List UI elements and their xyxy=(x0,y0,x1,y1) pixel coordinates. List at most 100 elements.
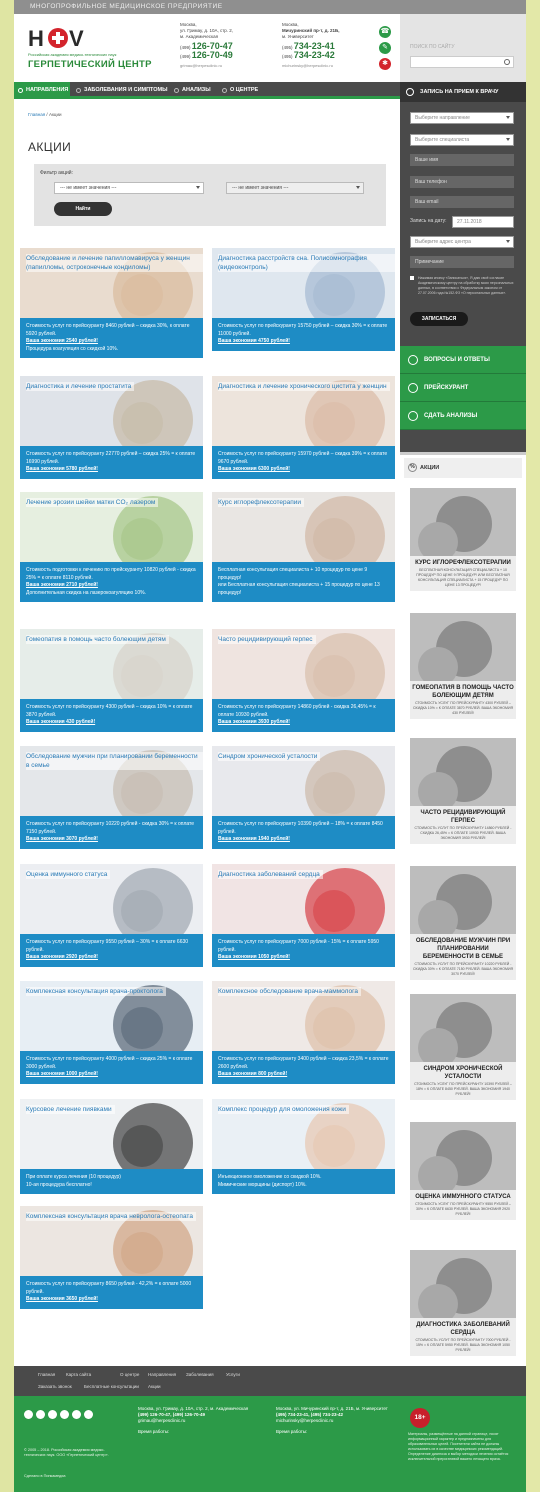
vk-icon[interactable] xyxy=(36,1410,45,1419)
footer-link[interactable]: О центре xyxy=(120,1372,139,1377)
consent-text: Нажимая кнопку «Записаться», Я даю своё … xyxy=(418,276,514,295)
twitter-icon[interactable] xyxy=(48,1410,57,1419)
sidebar-promo[interactable]: ОБСЛЕДОВАНИЕ МУЖЧИН ПРИ ПЛАНИРОВАНИИ БЕР… xyxy=(410,866,516,980)
date-field[interactable]: 27.11.2018 xyxy=(452,216,514,228)
footer-link[interactable]: Карта сайта xyxy=(66,1372,91,1377)
note-field[interactable]: Примечание xyxy=(410,256,514,268)
submit-button[interactable]: ЗАПИСАТЬСЯ xyxy=(410,312,468,326)
phone-number[interactable]: 734-23-42 xyxy=(294,50,335,60)
sidebar-promo[interactable]: ГОМЕОПАТИЯ В ПОМОЩЬ ЧАСТО БОЛЕЮЩИМ ДЕТЯМ… xyxy=(410,613,516,719)
promo-card[interactable]: Комплексная консультация врача невролога… xyxy=(20,1206,203,1309)
nav-item-about[interactable]: О ЦЕНТРЕ xyxy=(218,82,278,99)
search-icon[interactable] xyxy=(504,59,510,65)
card-title[interactable]: Обследование и лечение папилломавируса у… xyxy=(26,254,203,272)
card-title[interactable]: Курс иглорефлексотерапии xyxy=(218,498,305,507)
address-select[interactable]: Выберите адрес центра xyxy=(410,236,514,248)
promo-card[interactable]: Диагностика расстройств сна. Полисомногр… xyxy=(212,248,395,351)
card-title[interactable]: Диагностика и лечение хронического цисти… xyxy=(218,382,390,391)
promo-card[interactable]: Гомеопатия в помощь часто болеющим детям… xyxy=(20,629,203,732)
sidebar-link-tests[interactable]: СДАТЬ АНАЛИЗЫ xyxy=(400,402,526,430)
filter-select-1[interactable]: --- не имеет значения --- xyxy=(54,182,204,194)
chevron-down-icon xyxy=(506,138,510,141)
card-title[interactable]: Диагностика заболеваний сердца xyxy=(218,870,323,879)
date-label: Запись на дату: xyxy=(410,218,447,224)
direction-select[interactable]: Выберите направление xyxy=(410,112,514,124)
filter-select-2[interactable]: --- не имеет значения --- xyxy=(226,182,364,194)
card-title[interactable]: Гомеопатия в помощь часто болеющим детям xyxy=(26,635,169,644)
promo-card[interactable]: Синдром хронической усталости Стоимость у… xyxy=(212,746,395,849)
promo-card[interactable]: Комплексная консультация врача-проктолог… xyxy=(20,981,203,1084)
nav-item-directions[interactable]: НАПРАВЛЕНИЯ xyxy=(14,82,70,99)
developer-credit[interactable]: Сделано в Пинкамедиа xyxy=(24,1474,66,1478)
promo-card[interactable]: Диагностика и лечение простатита Стоимост… xyxy=(20,376,203,479)
sidebar-promo[interactable]: ОЦЕНКА ИММУННОГО СТАТУСА СТОИМОСТЬ УСЛУГ … xyxy=(410,1122,516,1220)
card-photo-shape xyxy=(121,655,163,697)
specialist-select[interactable]: Выберите специалиста xyxy=(410,134,514,146)
card-title[interactable]: Комплексное обследование врача-маммолога xyxy=(218,987,361,996)
footer-link[interactable]: Услуги xyxy=(226,1372,240,1377)
link-label: СДАТЬ АНАЛИЗЫ xyxy=(424,413,478,419)
facebook-icon[interactable] xyxy=(24,1410,33,1419)
contact-email[interactable]: grimau@herpesclinic.ru xyxy=(180,63,233,69)
footer-email[interactable]: grimau@herpesclinic.ru xyxy=(138,1418,258,1424)
promo-card[interactable]: Курсовое лечение пиявками При оплате курс… xyxy=(20,1099,203,1194)
card-title[interactable]: Оценка иммунного статуса xyxy=(26,870,111,879)
promo-card[interactable]: Часто рецидивирующий герпес Стоимость усл… xyxy=(212,629,395,732)
phone-field[interactable]: Ваш телефон xyxy=(410,176,514,188)
name-field[interactable]: Ваше имя xyxy=(410,154,514,166)
sidebar-promo[interactable]: КУРС ИГЛОРЕФЛЕКСОТЕРАПИИ БЕСПЛАТНАЯ КОНСУ… xyxy=(410,488,516,591)
card-title[interactable]: Комплексная консультация врача-проктолог… xyxy=(26,987,166,996)
card-title[interactable]: Комплекс процедур для омоложения кожи xyxy=(218,1105,349,1114)
promo-card[interactable]: Диагностика и лечение хронического цисти… xyxy=(212,376,395,479)
card-title[interactable]: Диагностика и лечение простатита xyxy=(26,382,135,391)
find-button[interactable]: Найти xyxy=(54,202,112,216)
breadcrumb-home[interactable]: Главная xyxy=(28,112,45,117)
footer-email[interactable]: michurinsky@herpesclinic.ru xyxy=(276,1418,396,1424)
phone-number[interactable]: 126-70-49 xyxy=(192,50,233,60)
phone-icon[interactable]: ☎ xyxy=(379,26,391,38)
sidebar-promo[interactable]: ЧАСТО РЕЦИДИВИРУЮЩИЙ ГЕРПЕС СТОИМОСТЬ УСЛ… xyxy=(410,738,516,844)
card-extra: Процедура коагуляция со скидкой 10%. xyxy=(26,345,119,352)
youtube-icon[interactable] xyxy=(84,1410,93,1419)
nav-item-analyses[interactable]: АНАЛИЗЫ xyxy=(170,82,224,99)
googleplus-icon[interactable] xyxy=(72,1410,81,1419)
footer-link[interactable]: Заболевания xyxy=(186,1372,214,1377)
footer-link[interactable]: Бесплатные консультации xyxy=(84,1384,139,1389)
contact-email[interactable]: michurinsky@herpesclinic.ru xyxy=(282,63,340,69)
nav-item-diseases[interactable]: ЗАБОЛЕВАНИЯ И СИМПТОМЫ xyxy=(72,82,172,99)
card-image: Комплексная консультация врача невролога… xyxy=(20,1206,203,1276)
sidebar-link-prices[interactable]: ПРЕЙСКУРАНТ xyxy=(400,374,526,402)
card-title[interactable]: Диагностика расстройств сна. Полисомногр… xyxy=(218,254,395,272)
card-title[interactable]: Обследование мужчин при планировании бер… xyxy=(26,752,203,770)
sidebar-promo[interactable]: СИНДРОМ ХРОНИЧЕСКОЙ УСТАЛОСТИ СТОИМОСТЬ У… xyxy=(410,994,516,1100)
promo-card[interactable]: Курс иглорефлексотерапии Бесплатная консу… xyxy=(212,492,395,602)
promo-card[interactable]: Оценка иммунного статуса Стоимость услуг … xyxy=(20,864,203,967)
consent-checkbox[interactable] xyxy=(410,276,414,280)
card-title[interactable]: Лечение эрозии шейки матки CO₂ лазером xyxy=(26,498,159,507)
footer-link[interactable]: Главная xyxy=(38,1372,55,1377)
promo-card[interactable]: Диагностика заболеваний сердца Стоимость … xyxy=(212,864,395,967)
percent-icon: % xyxy=(408,463,417,472)
card-title[interactable]: Синдром хронической усталости xyxy=(218,752,321,761)
promo-card[interactable]: Комплексное обследование врача-маммолога… xyxy=(212,981,395,1084)
sidebar-link-faq[interactable]: ВОПРОСЫ И ОТВЕТЫ xyxy=(400,346,526,374)
email-field[interactable]: Ваш email xyxy=(410,196,514,208)
sidebar-promo[interactable]: ДИАГНОСТИКА ЗАБОЛЕВАНИЙ СЕРДЦА СТОИМОСТЬ … xyxy=(410,1250,516,1356)
card-title[interactable]: Курсовое лечение пиявками xyxy=(26,1105,115,1114)
card-title[interactable]: Комплексная консультация врача невролога… xyxy=(26,1212,196,1221)
promo-card[interactable]: Комплекс процедур для омоложения кожи Инъ… xyxy=(212,1099,395,1194)
promo-text: СТОИМОСТЬ УСЛУГ ПО ПРЕЙСКУРАНТУ 9550 РУБ… xyxy=(415,1202,511,1216)
footer-link[interactable]: Заказать звонок xyxy=(38,1384,72,1389)
card-details: Стоимость услуг по прейскуранту 8650 руб… xyxy=(20,1276,203,1309)
edit-icon[interactable]: ✎ xyxy=(379,42,391,54)
promo-card[interactable]: Обследование мужчин при планировании бер… xyxy=(20,746,203,849)
promo-card[interactable]: Обследование и лечение папилломавируса у… xyxy=(20,248,203,358)
search-input[interactable] xyxy=(410,56,514,68)
odnoklassniki-icon[interactable] xyxy=(60,1410,69,1419)
promo-card[interactable]: Лечение эрозии шейки матки CO₂ лазером Ст… xyxy=(20,492,203,602)
footer-link[interactable]: Акции xyxy=(148,1384,161,1389)
settings-icon[interactable]: ✱ xyxy=(379,58,391,70)
logo-icon[interactable]: H V xyxy=(28,26,88,50)
footer-link[interactable]: Направления xyxy=(148,1372,176,1377)
card-title[interactable]: Часто рецидивирующий герпес xyxy=(218,635,316,644)
